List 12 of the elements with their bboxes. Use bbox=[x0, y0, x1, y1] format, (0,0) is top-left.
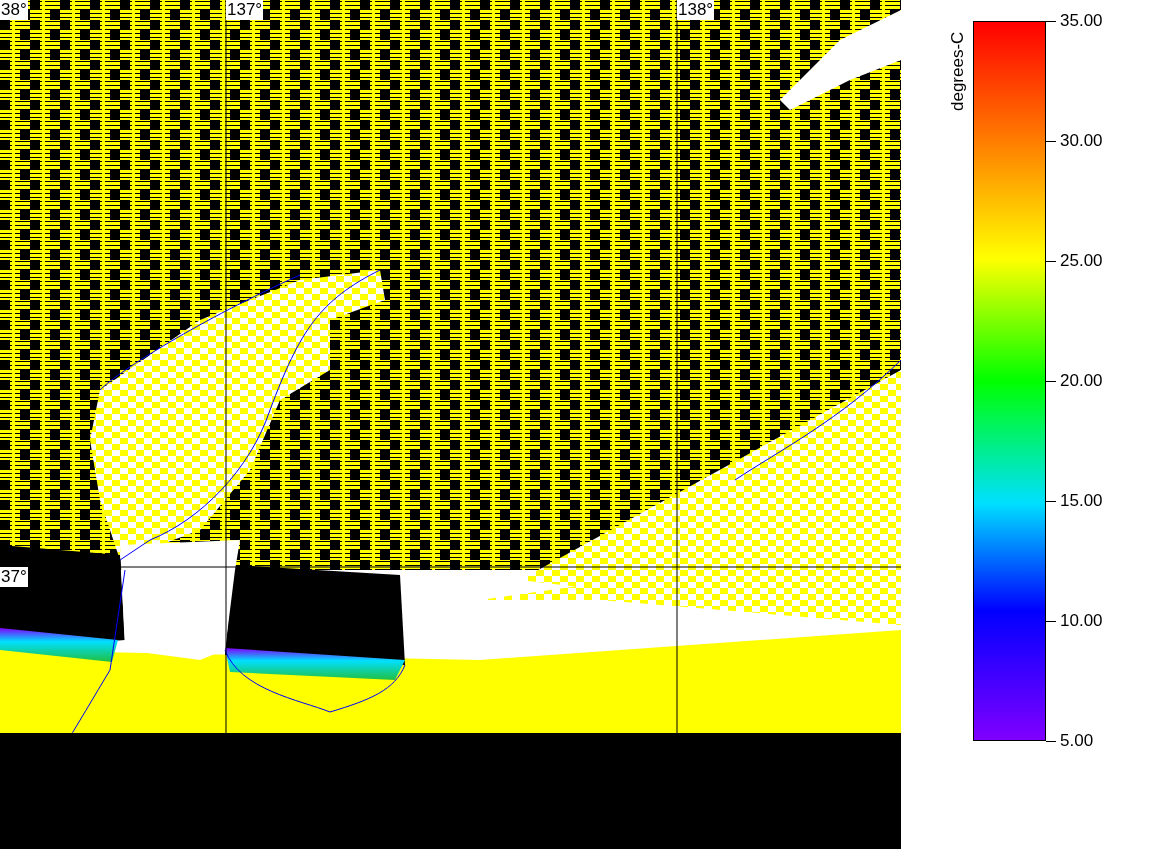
tick-label: 35.00 bbox=[1060, 11, 1103, 31]
latitude-label: 38° bbox=[0, 0, 28, 20]
longitude-label: 138° bbox=[677, 0, 715, 20]
tick-label: 15.00 bbox=[1060, 491, 1103, 511]
colorbar-title: degrees-C bbox=[948, 30, 968, 113]
latitude-label: 37° bbox=[0, 567, 28, 587]
tick-label: 30.00 bbox=[1060, 131, 1103, 151]
tick-label: 25.00 bbox=[1060, 251, 1103, 271]
tick-label: 10.00 bbox=[1060, 611, 1103, 631]
tick-label: 20.00 bbox=[1060, 371, 1103, 391]
longitude-label: 137° bbox=[226, 0, 264, 20]
tick-label: 5.00 bbox=[1060, 731, 1094, 751]
